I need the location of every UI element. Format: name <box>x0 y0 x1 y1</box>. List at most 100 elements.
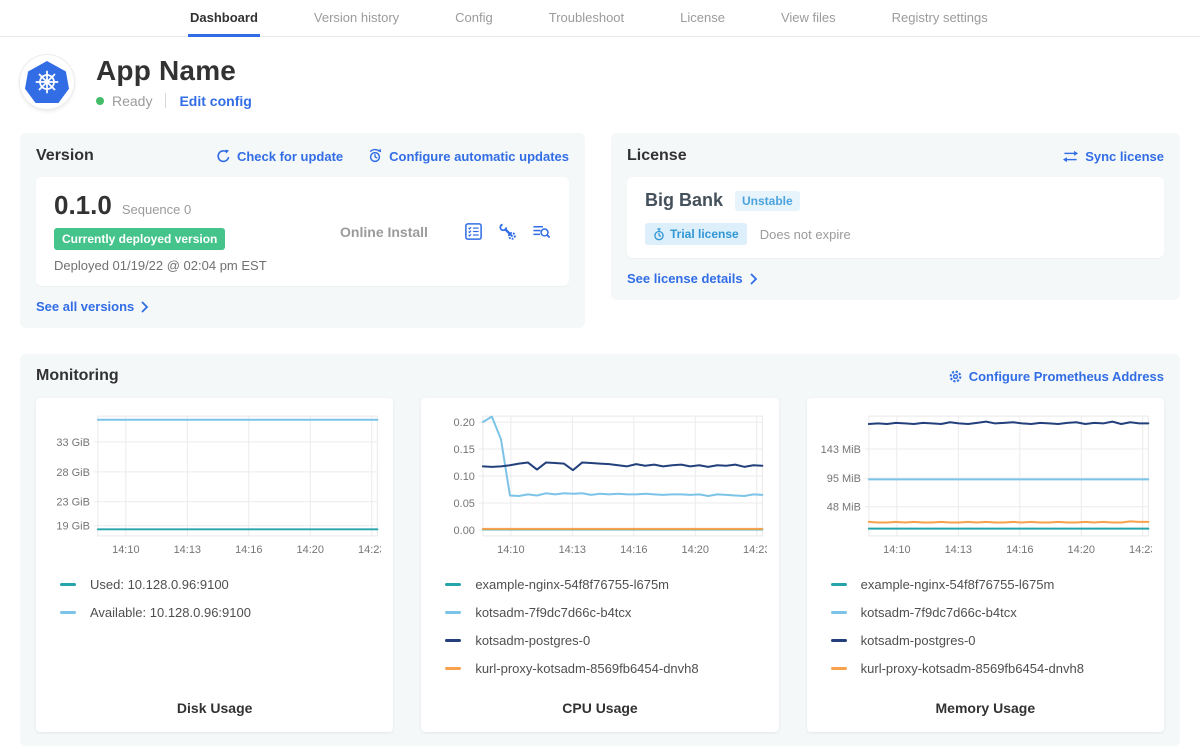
version-card-header: Version Check for update <box>36 147 569 165</box>
svg-text:14:20: 14:20 <box>1067 544 1094 556</box>
divider <box>165 93 166 108</box>
memory-usage-card: 14:1014:1314:1614:2014:2348 MiB95 MiB143… <box>807 398 1164 732</box>
tab-view-files[interactable]: View files <box>779 0 838 37</box>
svg-text:19 GiB: 19 GiB <box>56 521 90 533</box>
svg-text:14:13: 14:13 <box>944 544 971 556</box>
sync-icon <box>1062 150 1079 163</box>
svg-text:14:10: 14:10 <box>883 544 910 556</box>
svg-text:14:16: 14:16 <box>235 544 262 556</box>
legend-label: example-nginx-54f8f76755-l675m <box>861 577 1055 592</box>
see-all-versions-link[interactable]: See all versions <box>36 299 149 314</box>
svg-text:95 MiB: 95 MiB <box>826 473 860 485</box>
trial-license-label: Trial license <box>670 227 739 241</box>
legend-item: example-nginx-54f8f76755-l675m <box>445 577 766 592</box>
version-header-links: Check for update Configure automatic upd… <box>216 148 569 164</box>
config-wrench-gear-icon[interactable] <box>498 222 517 241</box>
version-action-icons <box>464 222 551 241</box>
legend-label: kotsadm-postgres-0 <box>475 633 590 648</box>
kots-dashboard-page: Dashboard Version history Config Trouble… <box>0 0 1200 746</box>
legend-color-dash <box>445 639 461 642</box>
disk-usage-chart: 14:1014:1314:1614:2014:2319 GiB23 GiB28 … <box>48 410 381 562</box>
legend-label: Available: 10.128.0.96:9100 <box>90 605 251 620</box>
version-number-row: 0.1.0 Sequence 0 <box>54 190 304 221</box>
stopwatch-icon <box>653 228 665 241</box>
memory-usage-chart: 14:1014:1314:1614:2014:2348 MiB95 MiB143… <box>819 410 1152 562</box>
svg-text:143 MiB: 143 MiB <box>820 444 860 456</box>
legend-label: kurl-proxy-kotsadm-8569fb6454-dnvh8 <box>475 661 698 676</box>
preflight-checks-icon[interactable] <box>464 222 483 241</box>
license-title: License <box>627 147 687 165</box>
configure-prometheus-link[interactable]: Configure Prometheus Address <box>948 369 1164 384</box>
svg-text:14:23: 14:23 <box>358 544 381 556</box>
svg-text:14:20: 14:20 <box>297 544 324 556</box>
legend-item: kurl-proxy-kotsadm-8569fb6454-dnvh8 <box>445 661 766 676</box>
legend-color-dash <box>831 667 847 670</box>
legend-color-dash <box>831 583 847 586</box>
legend-color-dash <box>831 611 847 614</box>
tab-license[interactable]: License <box>678 0 727 37</box>
clock-refresh-icon <box>367 148 383 164</box>
deployed-version-panel: 0.1.0 Sequence 0 Currently deployed vers… <box>36 177 569 286</box>
tab-config[interactable]: Config <box>453 0 495 37</box>
kubernetes-heptagon-icon <box>25 61 69 103</box>
sync-license-label: Sync license <box>1085 149 1164 164</box>
svg-text:14:23: 14:23 <box>743 544 766 556</box>
svg-text:14:13: 14:13 <box>559 544 586 556</box>
legend-color-dash <box>445 583 461 586</box>
tab-troubleshoot[interactable]: Troubleshoot <box>547 0 626 37</box>
expiry-text: Does not expire <box>760 227 851 242</box>
disk-usage-legend: Used: 10.128.0.96:9100 Available: 10.128.… <box>48 577 381 620</box>
check-for-update-label: Check for update <box>237 149 343 164</box>
tab-dashboard[interactable]: Dashboard <box>188 0 260 37</box>
app-title-block: App Name Ready Edit config <box>96 55 252 108</box>
chevron-right-icon <box>750 273 758 285</box>
cpu-usage-legend: example-nginx-54f8f76755-l675m kotsadm-7f… <box>433 577 766 676</box>
disk-usage-plot: 14:1014:1314:1614:2014:2319 GiB23 GiB28 … <box>48 410 381 562</box>
svg-text:14:10: 14:10 <box>112 544 139 556</box>
license-card: License Sync license Big Bank Unstable <box>611 133 1180 300</box>
legend-item: kurl-proxy-kotsadm-8569fb6454-dnvh8 <box>831 661 1152 676</box>
svg-text:0.20: 0.20 <box>454 417 475 429</box>
customer-name: Big Bank <box>645 190 723 211</box>
memory-usage-title: Memory Usage <box>819 692 1152 722</box>
deploy-logs-icon[interactable] <box>532 222 551 241</box>
legend-item: Used: 10.128.0.96:9100 <box>60 577 381 592</box>
legend-item: kotsadm-7f9dc7d66c-b4tcx <box>445 605 766 620</box>
legend-label: kotsadm-postgres-0 <box>861 633 976 648</box>
tab-version-history[interactable]: Version history <box>312 0 401 37</box>
license-type-row: Trial license Does not expire <box>645 223 1146 245</box>
legend-color-dash <box>445 611 461 614</box>
edit-config-link[interactable]: Edit config <box>179 93 251 109</box>
cpu-usage-card: 14:1014:1314:1614:2014:230.000.050.100.1… <box>421 398 778 732</box>
sync-license-link[interactable]: Sync license <box>1062 149 1164 164</box>
legend-item: kotsadm-postgres-0 <box>831 633 1152 648</box>
legend-label: Used: 10.128.0.96:9100 <box>90 577 229 592</box>
svg-text:48 MiB: 48 MiB <box>826 502 860 514</box>
app-name: App Name <box>96 55 252 87</box>
see-license-details-link[interactable]: See license details <box>627 271 758 286</box>
svg-text:14:13: 14:13 <box>174 544 201 556</box>
cpu-usage-chart: 14:1014:1314:1614:2014:230.000.050.100.1… <box>433 410 766 562</box>
monitoring-title: Monitoring <box>36 367 119 385</box>
check-for-update-link[interactable]: Check for update <box>216 149 343 164</box>
legend-label: example-nginx-54f8f76755-l675m <box>475 577 669 592</box>
status-label: Ready <box>112 93 152 109</box>
monitoring-section: Monitoring Configure Prometheus Address … <box>20 354 1180 746</box>
currently-deployed-badge: Currently deployed version <box>54 228 225 250</box>
svg-text:0.00: 0.00 <box>454 525 475 537</box>
svg-text:14:16: 14:16 <box>620 544 647 556</box>
legend-item: Available: 10.128.0.96:9100 <box>60 605 381 620</box>
svg-text:14:10: 14:10 <box>497 544 524 556</box>
see-all-versions-label: See all versions <box>36 299 134 314</box>
gear-icon <box>948 369 963 384</box>
see-license-details-label: See license details <box>627 271 743 286</box>
tab-registry-settings[interactable]: Registry settings <box>890 0 990 37</box>
app-header: App Name Ready Edit config <box>0 37 1200 115</box>
monitoring-header: Monitoring Configure Prometheus Address <box>36 367 1164 385</box>
app-status-row: Ready Edit config <box>96 93 252 109</box>
memory-usage-plot: 14:1014:1314:1614:2014:2348 MiB95 MiB143… <box>819 410 1152 562</box>
configure-automatic-updates-link[interactable]: Configure automatic updates <box>367 148 569 164</box>
cpu-usage-title: CPU Usage <box>433 692 766 722</box>
svg-text:0.05: 0.05 <box>454 498 475 510</box>
version-title: Version <box>36 147 94 165</box>
